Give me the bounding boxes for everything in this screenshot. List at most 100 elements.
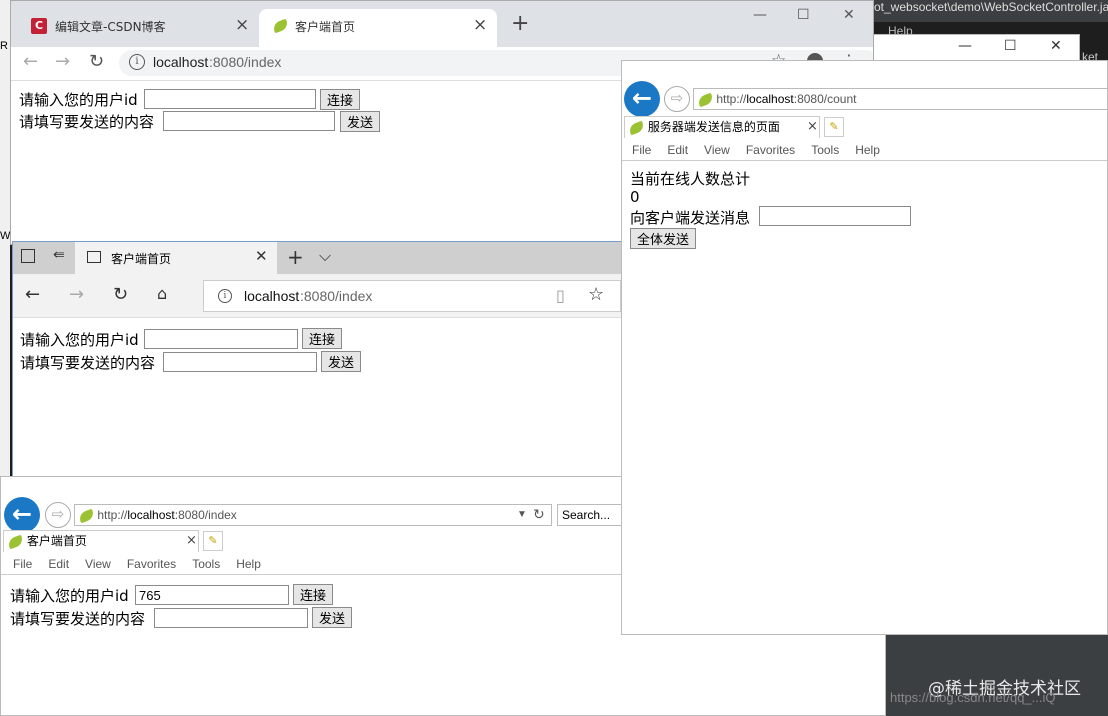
menu-view[interactable]: View xyxy=(85,557,111,571)
send-button[interactable]: 发送 xyxy=(340,111,381,132)
info-icon[interactable]: i xyxy=(218,289,232,303)
send-button[interactable]: 发送 xyxy=(321,351,362,372)
desktop-left-letter: R xyxy=(0,40,8,52)
close-icon[interactable]: ✕ xyxy=(1050,38,1062,54)
close-icon[interactable]: × xyxy=(186,531,197,551)
new-tab-button[interactable]: ✎ xyxy=(203,531,223,551)
reload-icon[interactable]: ↻ xyxy=(113,284,128,305)
set-aside-tabs-icon[interactable]: ⇚ xyxy=(53,247,65,263)
back-icon[interactable]: ← xyxy=(23,51,38,72)
tab-client-home[interactable]: 客户端首页 ✕ xyxy=(75,242,277,274)
menu-edit[interactable]: Edit xyxy=(667,143,688,157)
address-bar[interactable]: http://localhost:8080/count xyxy=(693,88,1107,110)
menu-tools[interactable]: Tools xyxy=(192,557,220,571)
message-label: 请填写要发送的内容 xyxy=(19,113,155,131)
spring-leaf-icon xyxy=(77,508,96,524)
userid-input[interactable] xyxy=(135,585,289,605)
address-bar[interactable]: http://localhost:8080/index ▼ ↻ xyxy=(74,504,552,526)
new-tab-button[interactable]: + xyxy=(511,11,529,36)
reading-view-icon[interactable]: ▯ xyxy=(556,286,565,305)
chevron-down-icon[interactable]: ⌵ xyxy=(319,246,331,266)
search-placeholder: Search... xyxy=(562,508,611,522)
userid-input[interactable] xyxy=(144,89,316,109)
userid-label: 请输入您的用户id xyxy=(19,91,138,109)
csdn-icon: C xyxy=(31,18,47,34)
forward-icon[interactable]: → xyxy=(55,51,70,72)
url-host: localhost xyxy=(746,92,794,106)
userid-label: 请输入您的用户id xyxy=(10,587,129,605)
menu-view[interactable]: View xyxy=(704,143,730,157)
connect-button[interactable]: 连接 xyxy=(302,328,343,349)
menu-tools[interactable]: Tools xyxy=(811,143,839,157)
online-count-value: 0 xyxy=(630,188,640,206)
url-host: localhost xyxy=(153,54,209,70)
broadcast-button[interactable]: 全体发送 xyxy=(630,228,697,249)
forward-icon[interactable]: → xyxy=(69,284,84,305)
address-bar[interactable]: i localhost :8080/index ▯ ☆ xyxy=(203,280,621,312)
url-host: localhost xyxy=(127,508,175,522)
menu-help[interactable]: Help xyxy=(855,143,880,157)
broadcast-message-input[interactable] xyxy=(759,206,911,226)
broadcast-message-label: 向客户端发送消息 xyxy=(630,209,751,227)
userid-label: 请输入您的用户id xyxy=(20,331,139,349)
tab-label: 客户端首页 xyxy=(111,252,172,266)
forward-icon[interactable]: ⇨ xyxy=(664,86,690,112)
watermark-url: https://blog.csdn.net/qq_...iQ xyxy=(890,690,1056,705)
menu-file[interactable]: File xyxy=(632,143,651,157)
background-window-titlebar xyxy=(872,34,1080,62)
page-icon xyxy=(87,251,101,263)
menu-edit[interactable]: Edit xyxy=(48,557,69,571)
userid-input[interactable] xyxy=(144,329,298,349)
connect-button[interactable]: 连接 xyxy=(293,584,334,605)
close-icon[interactable]: × xyxy=(473,15,487,35)
menu-favorites[interactable]: Favorites xyxy=(127,557,176,571)
message-input[interactable] xyxy=(163,352,317,372)
minimize-icon[interactable]: — xyxy=(958,38,972,54)
dropdown-icon[interactable]: ▼ xyxy=(517,505,527,525)
tab-client-home[interactable]: 客户端首页 × xyxy=(3,530,199,552)
spring-leaf-icon xyxy=(627,120,646,135)
back-icon[interactable]: ← xyxy=(25,284,40,305)
close-icon[interactable]: ✕ xyxy=(843,7,855,23)
message-label: 请填写要发送的内容 xyxy=(20,354,156,372)
menu-bar: File Edit View Favorites Tools Help xyxy=(13,557,277,571)
menu-favorites[interactable]: Favorites xyxy=(746,143,795,157)
menu-file[interactable]: File xyxy=(13,557,32,571)
url-scheme: http:// xyxy=(716,92,747,106)
close-icon[interactable]: × xyxy=(235,15,249,35)
connect-button[interactable]: 连接 xyxy=(320,89,361,110)
forward-icon[interactable]: ⇨ xyxy=(45,502,71,528)
new-tab-button[interactable]: ✎ xyxy=(824,117,844,137)
info-icon[interactable]: i xyxy=(129,54,145,70)
tab-label: 客户端首页 xyxy=(295,20,356,34)
tab-label: 编辑文章-CSDN博客 xyxy=(55,20,166,34)
menu-help[interactable]: Help xyxy=(236,557,261,571)
ide-title: ot_websocket\demo\WebSocketController.ja… xyxy=(874,0,1108,14)
star-icon[interactable]: ☆ xyxy=(588,284,604,305)
home-icon[interactable]: ⌂ xyxy=(157,284,167,303)
close-icon[interactable]: ✕ xyxy=(255,247,268,265)
back-icon[interactable]: ← xyxy=(624,81,660,117)
search-box[interactable]: Search... xyxy=(557,504,627,526)
close-icon[interactable]: × xyxy=(807,117,818,137)
online-count-label: 当前在线人数总计 xyxy=(630,170,751,188)
minimize-icon[interactable]: — xyxy=(753,7,767,23)
tab-server-page[interactable]: 服务器端发送信息的页面 × xyxy=(624,116,820,138)
message-input[interactable] xyxy=(154,608,308,628)
message-input[interactable] xyxy=(163,111,335,131)
url-path: :8080/count xyxy=(793,92,857,106)
send-button[interactable]: 发送 xyxy=(312,607,353,628)
tab-csdn[interactable]: C 编辑文章-CSDN博客 × xyxy=(19,9,259,45)
tab-manager-icon[interactable] xyxy=(21,249,35,263)
reload-icon[interactable]: ↻ xyxy=(89,51,104,72)
url-path: :8080/index xyxy=(300,288,373,304)
tab-client-home[interactable]: 客户端首页 × xyxy=(259,9,497,47)
new-tab-button[interactable]: + xyxy=(287,245,304,269)
url-path: :8080/index xyxy=(174,508,237,522)
back-icon[interactable]: ← xyxy=(4,497,40,533)
refresh-icon[interactable]: ↻ xyxy=(533,504,545,524)
maximize-icon[interactable]: ☐ xyxy=(1004,38,1017,54)
maximize-icon[interactable]: ☐ xyxy=(797,7,810,23)
url-path: :8080/index xyxy=(209,54,282,70)
spring-leaf-icon xyxy=(6,534,25,549)
